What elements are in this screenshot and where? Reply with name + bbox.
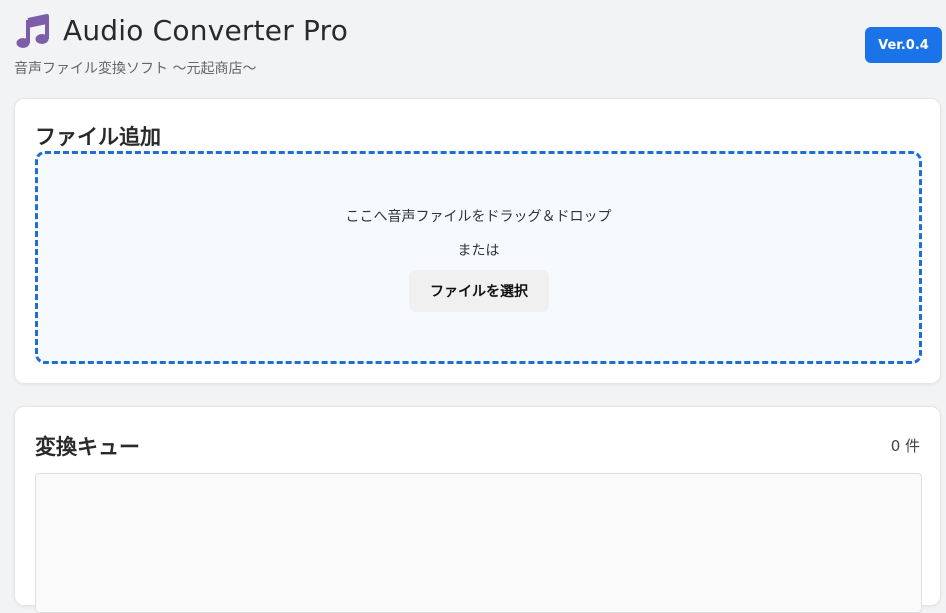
drop-zone[interactable]: ここへ音声ファイルをドラッグ＆ドロップ または ファイルを選択	[35, 151, 922, 364]
drop-instruction: ここへ音声ファイルをドラッグ＆ドロップ	[345, 209, 612, 225]
drop-or-label: または	[457, 243, 500, 259]
queue-title: 変換キュー	[35, 435, 140, 459]
file-add-panel: ファイル追加 ここへ音声ファイルをドラッグ＆ドロップ または ファイルを選択	[14, 98, 941, 384]
file-add-title: ファイル追加	[35, 125, 161, 149]
queue-count: 0 件	[890, 437, 920, 455]
music-note-icon	[16, 14, 49, 48]
app-subtitle: 音声ファイル変換ソフト 〜元起商店〜	[14, 61, 257, 77]
select-file-button[interactable]: ファイルを選択	[409, 270, 549, 312]
queue-list[interactable]	[35, 473, 922, 613]
app-title: Audio Converter Pro	[63, 14, 349, 47]
app-header: Audio Converter Pro 音声ファイル変換ソフト 〜元起商店〜 V…	[0, 0, 946, 90]
conversion-queue-panel: 変換キュー 0 件	[14, 406, 941, 613]
version-badge[interactable]: Ver.0.4	[865, 27, 942, 63]
